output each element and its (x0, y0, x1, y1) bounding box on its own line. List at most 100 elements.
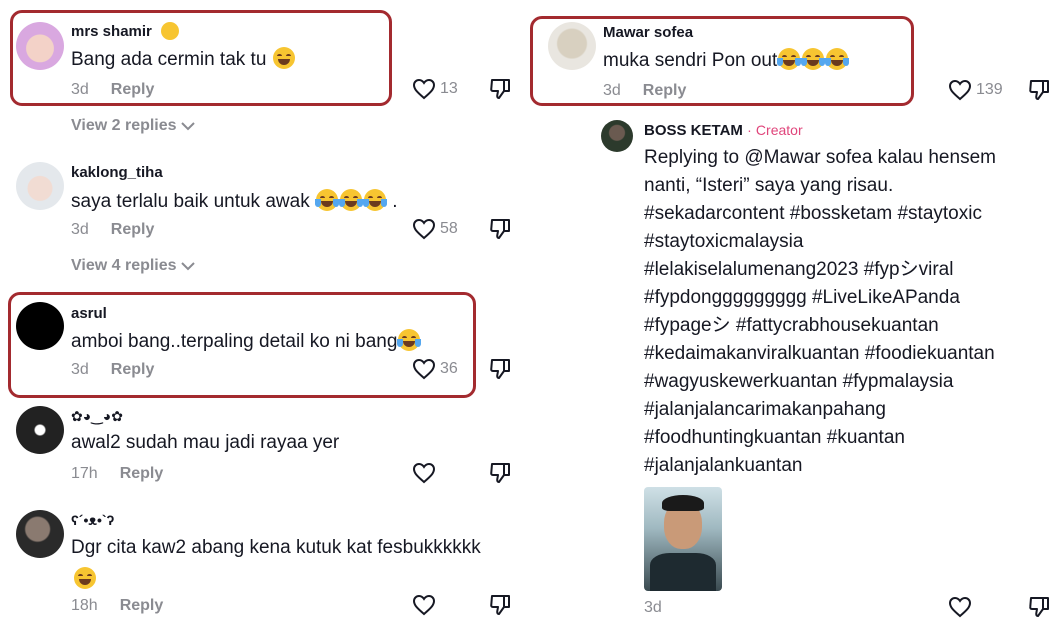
reply-button[interactable]: Reply (120, 465, 164, 482)
comment-text: Bang ada cermin tak tu (71, 46, 296, 74)
dislike-icon[interactable] (1028, 596, 1050, 618)
heart-icon (948, 596, 972, 618)
avatar[interactable] (16, 406, 64, 454)
heart-icon (412, 78, 436, 100)
tears-of-joy-emoji-icon (825, 47, 850, 70)
dislike-icon[interactable] (489, 218, 511, 240)
comment-text: saya terlalu baik untuk awak . (71, 188, 398, 216)
comment-meta: 18h Reply (71, 597, 163, 615)
comment-time: 18h (71, 597, 98, 614)
chevron-down-icon (180, 262, 195, 271)
separator-dot: · (747, 122, 752, 138)
comment-time: 17h (71, 465, 98, 482)
view-replies-label: View 4 replies (71, 257, 177, 274)
dislike-icon[interactable] (489, 78, 511, 100)
comment-username[interactable]: ✿◕‿◕✿ (71, 408, 123, 425)
creator-username-row: BOSS KETAM · Creator (644, 122, 803, 139)
comment-text-content: saya terlalu baik untuk awak (71, 191, 310, 212)
view-replies-button[interactable]: View 2 replies (71, 117, 195, 135)
comment-time: 3d (603, 82, 621, 99)
hugging-emoji-icon (161, 22, 179, 40)
tears-of-joy-emoji-icon (777, 47, 802, 70)
reply-line: #wagyuskewerkuantan #fypmalaysia (644, 371, 954, 392)
avatar[interactable] (548, 22, 596, 70)
like-count: 58 (440, 220, 458, 237)
reply-button[interactable]: Reply (111, 361, 155, 378)
comment-text: Dgr cita kaw2 abang kena kutuk kat fesbu… (71, 534, 481, 562)
dislike-icon[interactable] (489, 358, 511, 380)
reply-line: #fypdonggggggggg #LiveLikeAPanda (644, 287, 960, 308)
creator-avatar[interactable] (601, 120, 633, 152)
dislike-icon[interactable] (489, 594, 511, 616)
reply-line: #foodhuntingkuantan #kuantan (644, 427, 905, 448)
comment-text-suffix: . (392, 191, 398, 212)
like-count: 139 (976, 81, 1003, 98)
like-button[interactable]: 13 (412, 78, 458, 100)
creator-username[interactable]: BOSS KETAM (644, 122, 743, 139)
creator-reply-time: 3d (644, 599, 662, 616)
rofl-emoji-icon (74, 567, 96, 589)
view-replies-label: View 2 replies (71, 117, 177, 134)
comment-text: muka sendri Pon out (603, 47, 850, 75)
comment-meta: 3d Reply (71, 221, 154, 239)
like-button[interactable] (412, 462, 436, 484)
reply-button[interactable]: Reply (120, 597, 164, 614)
comment-time: 3d (71, 221, 89, 238)
video-reply-thumbnail[interactable] (644, 487, 722, 591)
comment-username[interactable]: kaklong_tiha (71, 164, 163, 181)
like-button[interactable] (412, 594, 436, 616)
creator-badge: Creator (755, 122, 803, 138)
reply-line: #fypageシ #fattycrabhousekuantan (644, 315, 939, 336)
reply-line: #lelakiselalumenang2023 #fypシviral (644, 259, 954, 280)
comment-meta: 3d Reply (603, 82, 686, 100)
tears-of-joy-emoji-icon (362, 188, 387, 211)
heart-icon (412, 594, 436, 616)
reply-line: #jalanjalankuantan (644, 455, 803, 476)
shirt-shape (650, 553, 716, 591)
heart-icon (412, 218, 436, 240)
comment-username[interactable]: ʕ´•ᴥ•`ʔ (71, 512, 114, 528)
like-count: 36 (440, 360, 458, 377)
dislike-icon[interactable] (1028, 79, 1050, 101)
comment-text-content: muka sendri Pon out (603, 50, 778, 71)
chevron-down-icon (180, 122, 195, 131)
heart-icon (412, 462, 436, 484)
comment-meta: 3d Reply (71, 361, 154, 379)
comment-text-content: awal2 sudah mau jadi rayaa yer (71, 432, 340, 453)
reply-button[interactable]: Reply (643, 82, 687, 99)
reply-line: #sekadarcontent #bossketam #staytoxic (644, 203, 982, 224)
comment-text-content: Bang ada cermin tak tu (71, 49, 267, 70)
like-button[interactable]: 36 (412, 358, 458, 380)
grin-emoji-icon (272, 46, 295, 69)
heart-icon (948, 79, 972, 101)
comment-username[interactable]: asrul (71, 305, 107, 322)
comment-text-content: Dgr cita kaw2 abang kena kutuk kat fesbu… (71, 537, 481, 558)
reply-button[interactable]: Reply (111, 221, 155, 238)
like-button[interactable]: 139 (948, 79, 1003, 101)
hair-shape (662, 495, 704, 511)
reply-line: #kedaimakanviralkuantan #foodiekuantan (644, 343, 995, 364)
avatar[interactable] (16, 302, 64, 350)
creator-reply-text: Replying to @Mawar sofea kalau hensem na… (644, 144, 996, 480)
tears-of-joy-emoji-icon (397, 328, 422, 351)
comment-username[interactable]: mrs shamir (71, 23, 152, 40)
avatar[interactable] (16, 162, 64, 210)
view-replies-button[interactable]: View 4 replies (71, 257, 195, 275)
reply-button[interactable]: Reply (111, 81, 155, 98)
like-button[interactable]: 58 (412, 218, 458, 240)
avatar[interactable] (16, 22, 64, 70)
comment-time: 3d (71, 361, 89, 378)
tears-of-joy-emoji-icon (338, 188, 363, 211)
tears-of-joy-emoji-icon (314, 188, 339, 211)
avatar[interactable] (16, 510, 64, 558)
comment-text: amboi bang..terpaling detail ko ni bang (71, 328, 422, 356)
reply-line: #jalanjalancarimakanpahang (644, 399, 886, 420)
reply-line: nanti, “Isteri” saya yang risau. (644, 175, 894, 196)
like-count: 13 (440, 80, 458, 97)
comment-meta: 3d Reply (71, 81, 154, 99)
heart-icon (412, 358, 436, 380)
comment-username[interactable]: Mawar sofea (603, 24, 693, 41)
dislike-icon[interactable] (489, 462, 511, 484)
comment-time: 3d (71, 81, 89, 98)
like-button[interactable] (948, 596, 972, 618)
